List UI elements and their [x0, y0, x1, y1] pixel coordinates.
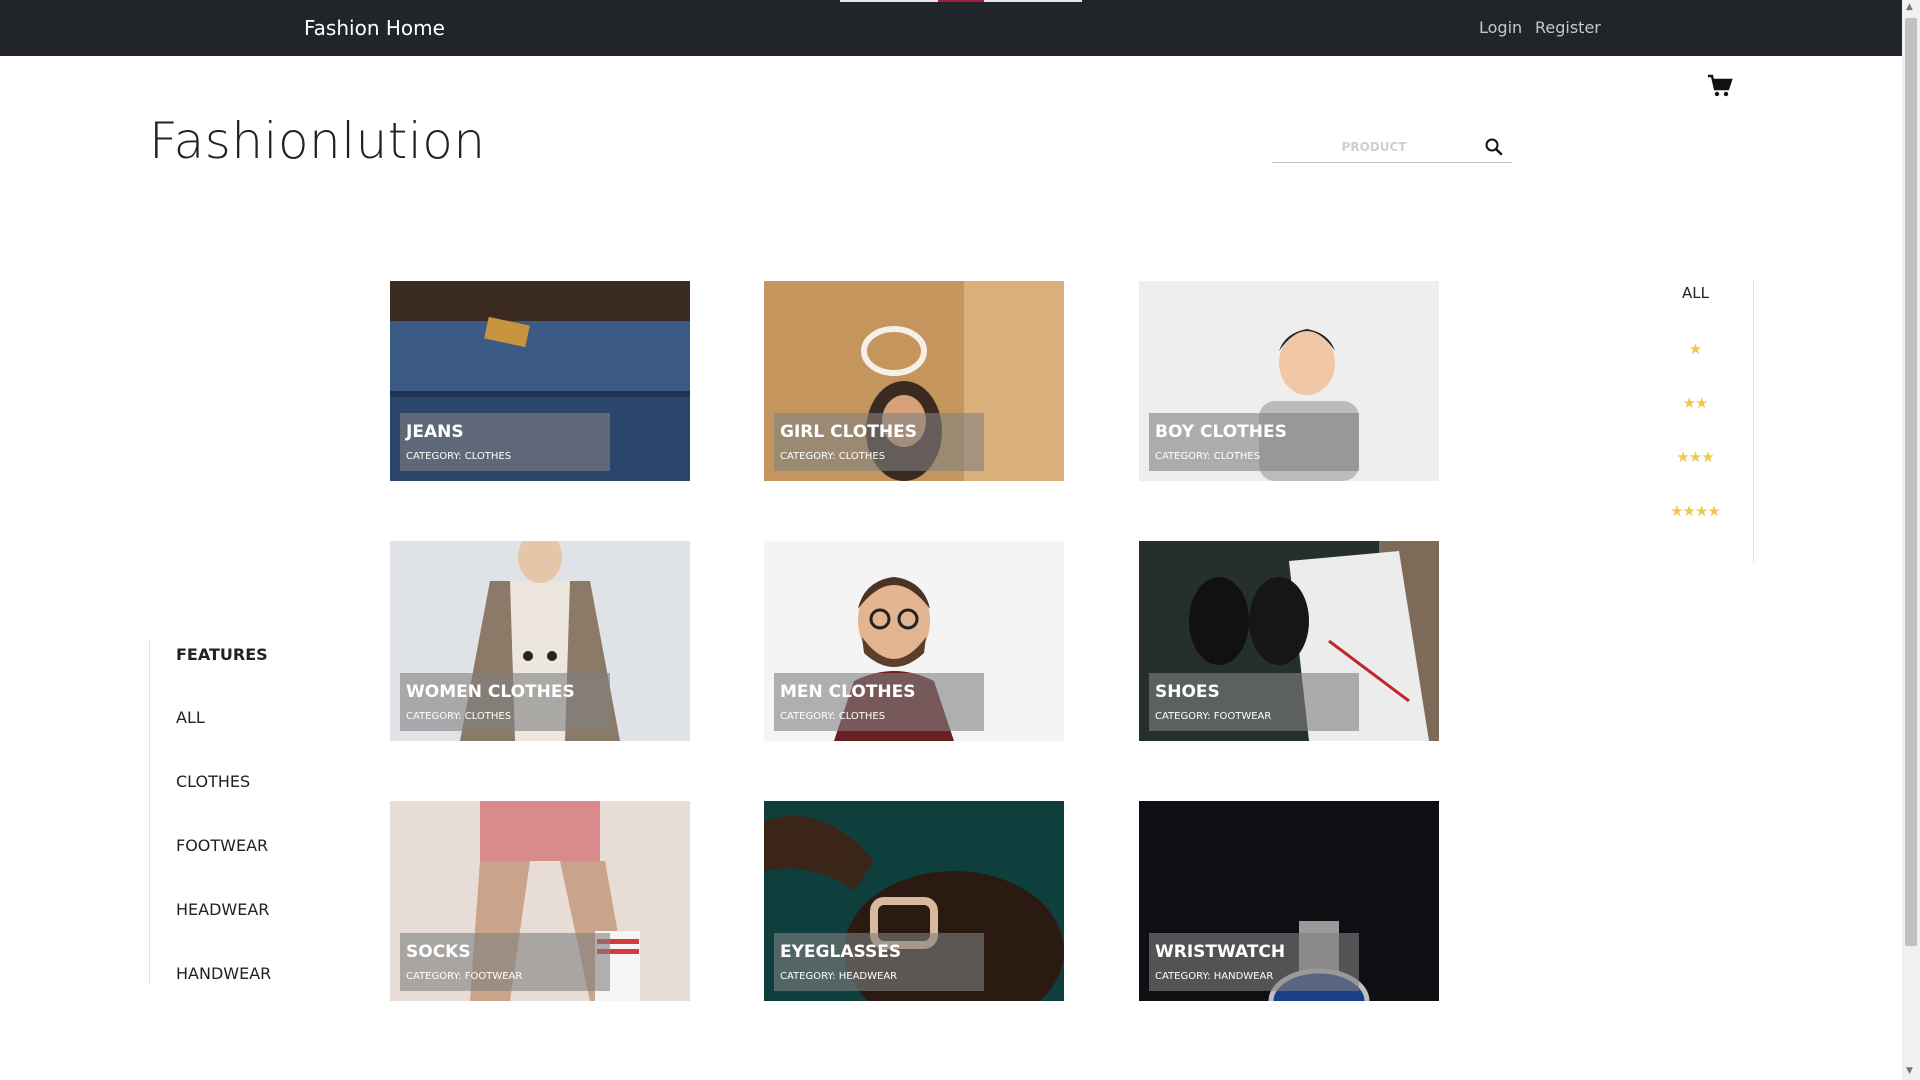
product-caption: JEANS CATEGORY: CLOTHES	[400, 413, 610, 471]
rating-2-stars-icon[interactable]: ★★	[1650, 394, 1740, 412]
login-link[interactable]: Login	[1479, 18, 1522, 37]
rating-1-star-icon[interactable]: ★	[1650, 340, 1740, 358]
shopping-cart-icon[interactable]	[1706, 72, 1734, 100]
product-caption: EYEGLASSES CATEGORY: HEADWEAR	[774, 933, 984, 991]
product-card-boy-clothes[interactable]: BOY CLOTHES CATEGORY: CLOTHES	[1139, 281, 1439, 481]
category-item-clothes[interactable]: CLOTHES	[176, 772, 250, 791]
product-name: MEN CLOTHES	[780, 682, 916, 702]
rating-3-stars-icon[interactable]: ★★★	[1650, 448, 1740, 466]
product-caption: BOY CLOTHES CATEGORY: CLOTHES	[1149, 413, 1359, 471]
product-caption: SOCKS CATEGORY: FOOTWEAR	[400, 933, 610, 991]
product-card-socks[interactable]: SOCKS CATEGORY: FOOTWEAR	[390, 801, 690, 1001]
category-item-footwear[interactable]: FOOTWEAR	[176, 836, 268, 855]
product-name: JEANS	[406, 422, 464, 442]
product-category: CATEGORY: CLOTHES	[406, 451, 512, 462]
product-name: GIRL CLOTHES	[780, 422, 917, 442]
top-navbar: Fashion Home Login Register	[0, 0, 1902, 56]
product-name: WOMEN CLOTHES	[406, 682, 575, 702]
search-input[interactable]	[1272, 132, 1476, 162]
product-category: CATEGORY: FOOTWEAR	[406, 971, 523, 982]
product-category: CATEGORY: CLOTHES	[1155, 451, 1261, 462]
search-bar	[1272, 132, 1512, 163]
product-card-wristwatch[interactable]: WRISTWATCH CATEGORY: HANDWEAR	[1139, 801, 1439, 1001]
product-name: EYEGLASSES	[780, 942, 902, 962]
product-card-men-clothes[interactable]: MEN CLOTHES CATEGORY: CLOTHES	[764, 541, 1064, 741]
product-caption: SHOES CATEGORY: FOOTWEAR	[1149, 673, 1359, 731]
product-category: CATEGORY: CLOTHES	[780, 451, 886, 462]
scrollbar-thumb[interactable]	[1905, 18, 1917, 946]
scroll-up-arrow-icon[interactable]: ▲	[1906, 2, 1913, 12]
site-title: Fashionlution	[149, 112, 486, 170]
brand-link[interactable]: Fashion Home	[304, 16, 445, 40]
search-icon[interactable]	[1484, 137, 1504, 157]
rating-filter-all[interactable]: ALL	[1682, 284, 1709, 302]
product-caption: WOMEN CLOTHES CATEGORY: CLOTHES	[400, 673, 610, 731]
product-caption: MEN CLOTHES CATEGORY: CLOTHES	[774, 673, 984, 731]
product-caption: GIRL CLOTHES CATEGORY: CLOTHES	[774, 413, 984, 471]
product-card-women-clothes[interactable]: WOMEN CLOTHES CATEGORY: CLOTHES	[390, 541, 690, 741]
product-card-girl-clothes[interactable]: GIRL CLOTHES CATEGORY: CLOTHES	[764, 281, 1064, 481]
product-category: CATEGORY: CLOTHES	[406, 711, 512, 722]
product-category: CATEGORY: HANDWEAR	[1155, 971, 1274, 982]
product-card-jeans[interactable]: JEANS CATEGORY: CLOTHES	[390, 281, 690, 481]
product-caption: WRISTWATCH CATEGORY: HANDWEAR	[1149, 933, 1359, 991]
product-name: SOCKS	[406, 942, 471, 962]
rating-4-stars-icon[interactable]: ★★★★	[1650, 502, 1740, 520]
product-category: CATEGORY: FOOTWEAR	[1155, 711, 1272, 722]
category-item-handwear[interactable]: HANDWEAR	[176, 964, 271, 983]
rating-filter: ALL ★ ★★ ★★★ ★★★★	[1650, 280, 1754, 562]
scroll-down-arrow-icon[interactable]: ▼	[1906, 1066, 1913, 1076]
product-card-eyeglasses[interactable]: EYEGLASSES CATEGORY: HEADWEAR	[764, 801, 1064, 1001]
product-name: BOY CLOTHES	[1155, 422, 1287, 442]
product-name: SHOES	[1155, 682, 1220, 702]
category-item-all[interactable]: ALL	[176, 708, 205, 727]
loading-bar-accent	[938, 0, 984, 2]
product-category: CATEGORY: HEADWEAR	[780, 971, 898, 982]
category-item-headwear[interactable]: HEADWEAR	[176, 900, 269, 919]
category-sidebar: FEATURES ALL CLOTHES FOOTWEAR HEADWEAR H…	[149, 640, 271, 985]
category-title: FEATURES	[176, 645, 268, 664]
product-category: CATEGORY: CLOTHES	[780, 711, 886, 722]
product-name: WRISTWATCH	[1155, 942, 1286, 962]
page-scrollbar[interactable]: ▲ ▼	[1902, 0, 1920, 1080]
product-card-shoes[interactable]: SHOES CATEGORY: FOOTWEAR	[1139, 541, 1439, 741]
register-link[interactable]: Register	[1535, 18, 1601, 37]
